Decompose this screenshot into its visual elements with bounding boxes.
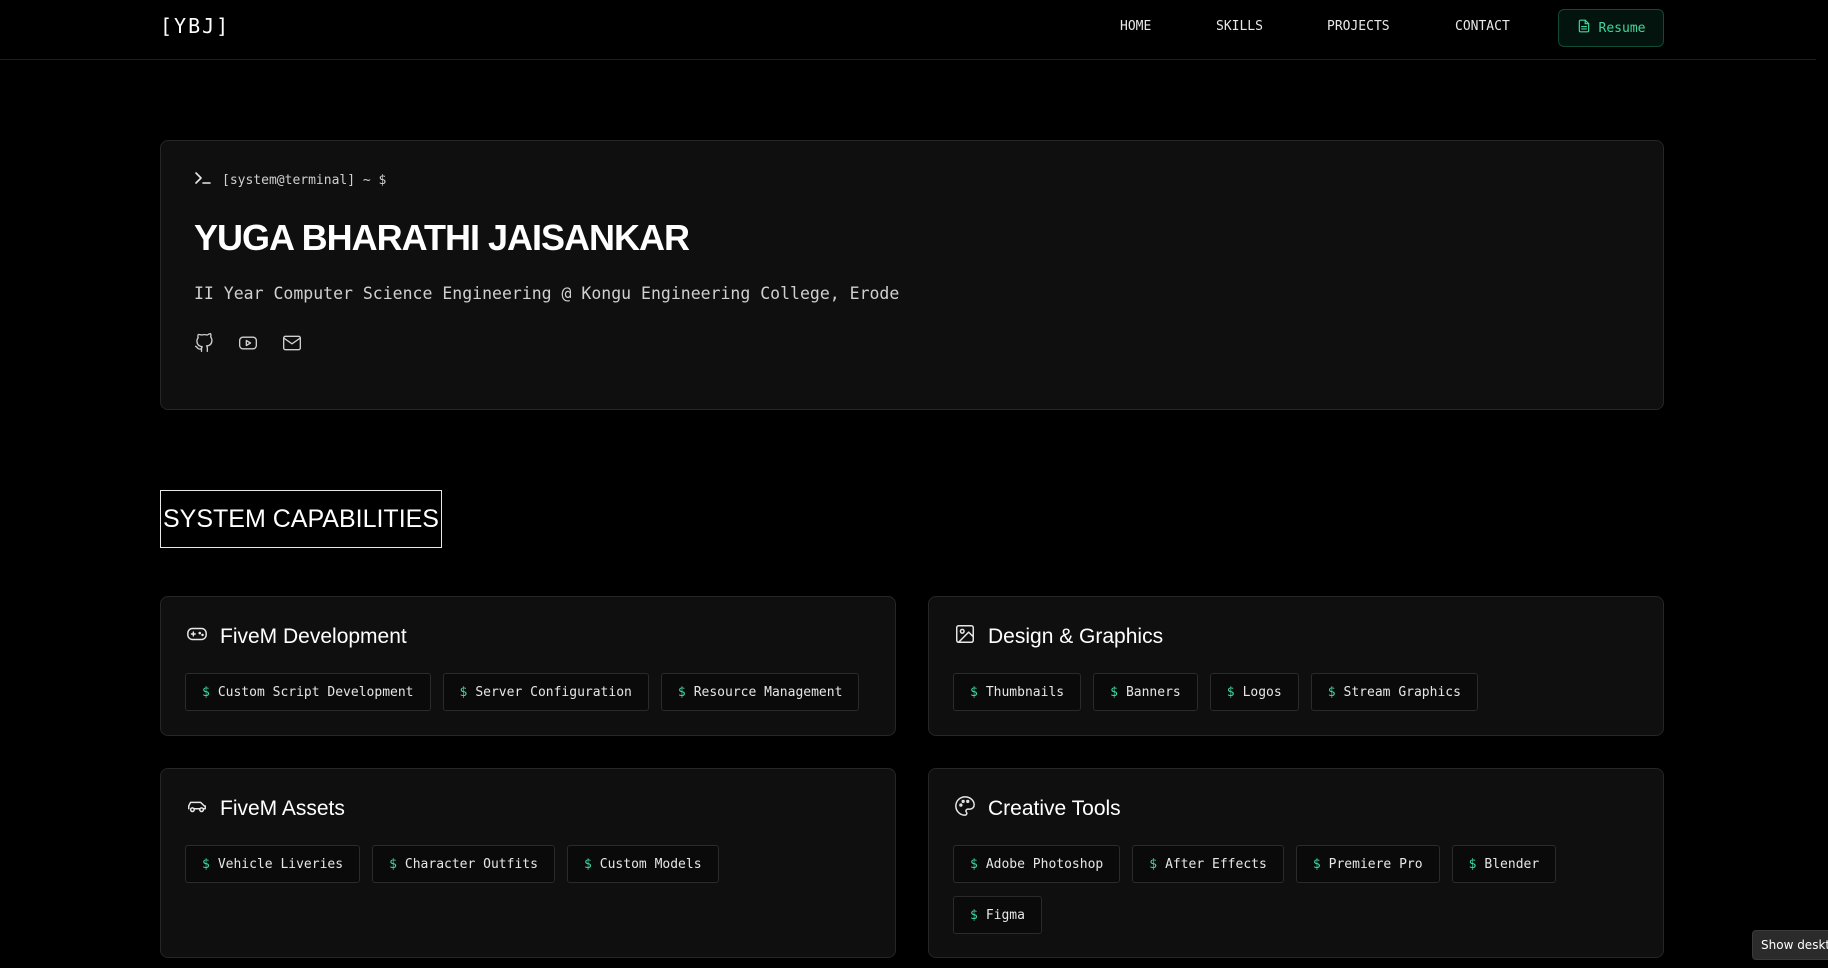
dollar-prefix: $ — [389, 856, 397, 872]
skill-tag: $ Vehicle Liveries — [185, 845, 361, 883]
hero-subtitle: II Year Computer Science Engineering @ K… — [194, 284, 900, 303]
terminal-prompt: [system@terminal] ~ $ — [194, 171, 386, 189]
car-icon — [186, 795, 208, 822]
tag-list: $ Adobe Photoshop $ After Effects $ Premier… — [953, 845, 1643, 934]
card-title: FiveM Development — [220, 624, 407, 648]
skill-tag: $ Custom Script Development — [185, 673, 431, 711]
prompt-text: [system@terminal] ~ $ — [222, 172, 387, 188]
tag-label: Logos — [1242, 684, 1282, 700]
dollar-prefix: $ — [1468, 856, 1477, 872]
skill-tag: $ Adobe Photoshop — [953, 845, 1121, 883]
tag-list: $ Custom Script Development $ Server Confi… — [185, 673, 875, 711]
dollar-prefix: $ — [970, 684, 978, 700]
nav-link-projects[interactable]: PROJECTS — [1327, 19, 1390, 34]
dollar-prefix: $ — [202, 684, 210, 700]
dollar-prefix: $ — [970, 856, 978, 872]
skill-tag: $ Server Configuration — [442, 673, 649, 711]
skill-tag: $ Character Outfits — [372, 845, 555, 883]
dollar-prefix: $ — [1110, 684, 1118, 700]
nav-link-skills[interactable]: SKILLS — [1216, 19, 1263, 34]
tag-label: Blender — [1484, 856, 1540, 872]
skill-tag: $ Premiere Pro — [1295, 845, 1440, 883]
dollar-prefix: $ — [1312, 856, 1321, 872]
tag-label: Custom Script Development — [217, 684, 414, 700]
dollar-prefix: $ — [1226, 684, 1235, 700]
capability-card-fivem-development: FiveM Development $ Custom Script Develop… — [160, 596, 896, 736]
card-header: Creative Tools — [954, 795, 1121, 822]
card-header: FiveM Development — [186, 623, 407, 650]
hero-card: [system@terminal] ~ $ YUGA BHARATHI JAIS… — [160, 140, 1664, 410]
card-title: Design & Graphics — [988, 624, 1164, 648]
dollar-prefix: $ — [970, 907, 978, 923]
youtube-icon[interactable] — [238, 333, 258, 353]
skill-tag: $ Custom Models — [566, 845, 719, 883]
nav-link-contact[interactable]: CONTACT — [1455, 19, 1510, 34]
resume-button[interactable]: Resume — [1558, 9, 1664, 47]
scrollbar[interactable] — [1816, 0, 1828, 968]
skill-tag: $ Banners — [1093, 673, 1198, 711]
skill-tag: $ After Effects — [1132, 845, 1284, 883]
show-desktop-tooltip: Show desktop — [1752, 930, 1828, 960]
tag-label: Thumbnails — [985, 684, 1065, 700]
capability-card-fivem-assets: FiveM Assets $ Vehicle Liveries $ Characte… — [160, 768, 896, 958]
dollar-prefix: $ — [1149, 856, 1158, 872]
social-links — [194, 333, 302, 353]
skill-tag: $ Logos — [1209, 673, 1299, 711]
dollar-prefix: $ — [202, 856, 210, 872]
tag-label: Vehicle Liveries — [217, 856, 344, 872]
tag-list: $ Thumbnails $ Banners $ Logos $ Stream Grap… — [953, 673, 1643, 711]
mail-icon[interactable] — [282, 333, 302, 353]
tag-label: Server Configuration — [475, 684, 632, 700]
skill-tag: $ Stream Graphics — [1310, 673, 1478, 711]
nav-link-home[interactable]: HOME — [1120, 19, 1151, 34]
dollar-prefix: $ — [459, 684, 468, 700]
skill-tag: $ Thumbnails — [953, 673, 1082, 711]
tag-label: Character Outfits — [404, 856, 538, 872]
resume-label: Resume — [1598, 20, 1646, 36]
top-navbar: [YBJ] HOME SKILLS PROJECTS CONTACT Resum… — [0, 0, 1828, 60]
tag-label: After Effects — [1165, 856, 1267, 872]
tag-label: Stream Graphics — [1343, 684, 1461, 700]
file-text-icon — [1577, 19, 1591, 37]
tag-label: Figma — [985, 907, 1025, 923]
dollar-prefix: $ — [1327, 684, 1336, 700]
terminal-icon — [194, 171, 212, 189]
hero-name: YUGA BHARATHI JAISANKAR — [194, 217, 690, 258]
card-title: FiveM Assets — [220, 796, 345, 820]
skill-tag: $ Resource Management — [660, 673, 860, 711]
capability-card-design-graphics: Design & Graphics $ Thumbnails $ Banners $… — [928, 596, 1664, 736]
section-title-capabilities: SYSTEM CAPABILITIES — [160, 490, 442, 548]
skill-tag: $ Blender — [1451, 845, 1557, 883]
tag-label: Resource Management — [693, 684, 843, 700]
palette-icon — [954, 795, 976, 822]
skill-tag: $ Figma — [953, 896, 1042, 934]
card-header: Design & Graphics — [954, 623, 1163, 650]
tag-label: Premiere Pro — [1328, 856, 1423, 872]
site-logo[interactable]: [YBJ] — [160, 14, 230, 38]
tag-list: $ Vehicle Liveries $ Character Outfits $ Cu… — [185, 845, 875, 883]
github-icon[interactable] — [194, 333, 214, 353]
dollar-prefix: $ — [583, 856, 592, 872]
tag-label: Custom Models — [599, 856, 702, 872]
card-title: Creative Tools — [988, 796, 1121, 820]
capability-card-creative-tools: Creative Tools $ Adobe Photoshop $ After E… — [928, 768, 1664, 958]
dollar-prefix: $ — [677, 684, 686, 700]
gamepad-icon — [186, 623, 208, 650]
card-header: FiveM Assets — [186, 795, 345, 822]
tag-label: Adobe Photoshop — [985, 856, 1104, 872]
tag-label: Banners — [1125, 684, 1181, 700]
image-icon — [954, 623, 976, 650]
